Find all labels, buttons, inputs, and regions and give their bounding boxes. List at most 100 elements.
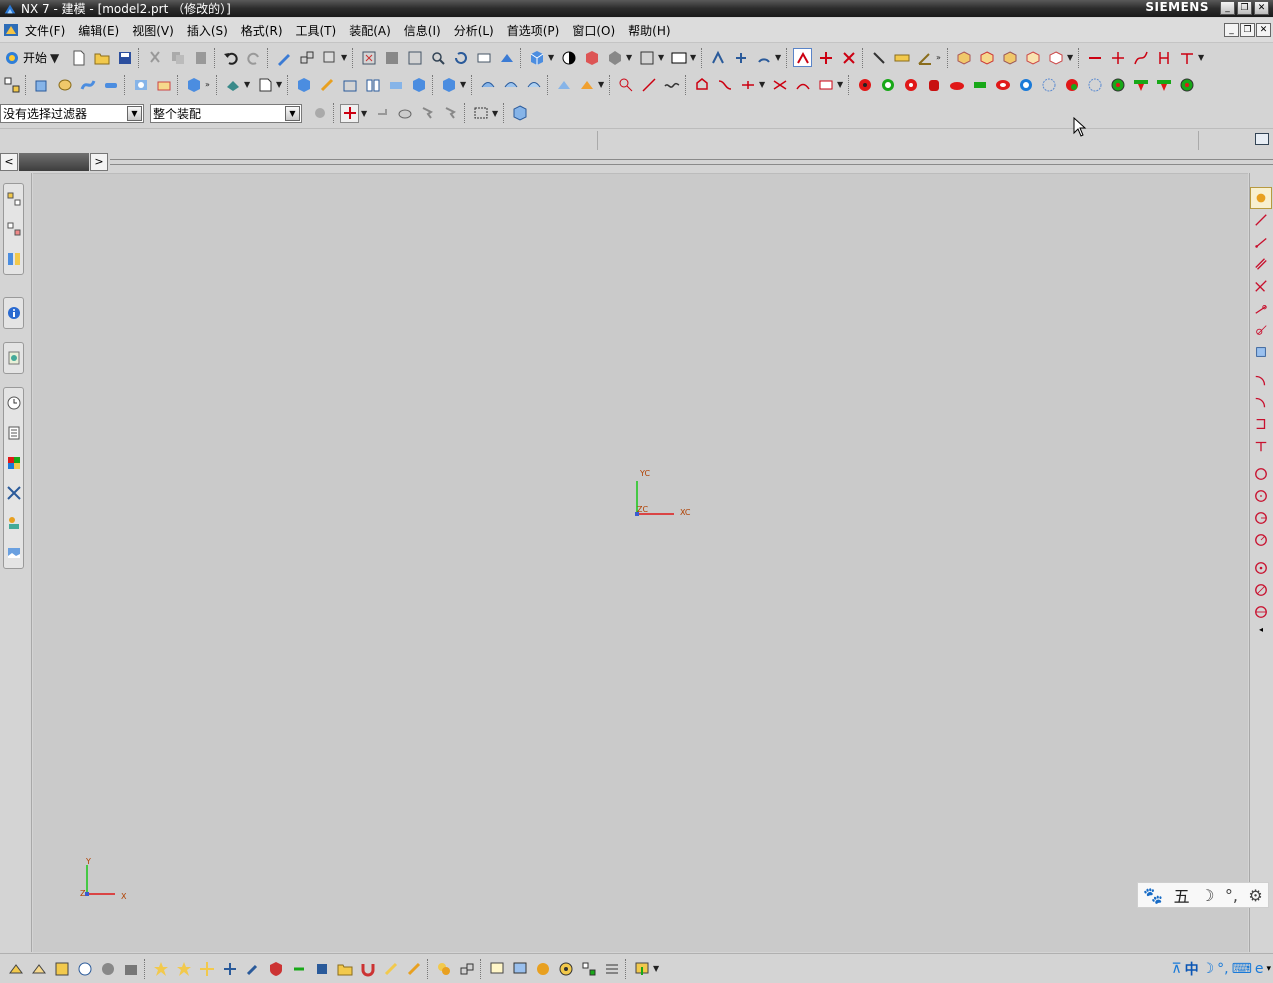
parallel-line-icon[interactable] — [1250, 253, 1272, 275]
circle-point-icon[interactable] — [1250, 485, 1272, 507]
add-component-icon[interactable] — [977, 48, 996, 67]
pin-icon[interactable] — [381, 959, 400, 978]
cylinder-icon[interactable] — [75, 959, 94, 978]
star-feature-icon[interactable] — [151, 959, 170, 978]
zoom-icon[interactable] — [405, 48, 424, 67]
part-navigator-icon[interactable] — [2, 75, 21, 94]
save-icon[interactable] — [115, 48, 134, 67]
section-curve-icon[interactable] — [816, 75, 835, 94]
offset-face-icon[interactable] — [386, 75, 405, 94]
magnet-icon[interactable] — [358, 959, 377, 978]
chevron-down-icon[interactable]: ▼ — [341, 53, 348, 62]
chevron-down-icon[interactable]: ▼ — [492, 109, 499, 118]
red-green-gear-icon[interactable] — [1062, 75, 1081, 94]
extrude-icon[interactable] — [32, 75, 51, 94]
menu-window[interactable]: 窗口(O) — [572, 22, 615, 39]
view-orient-icon[interactable] — [637, 48, 656, 67]
stack-icon[interactable] — [121, 959, 140, 978]
wave-curve-icon[interactable] — [662, 75, 681, 94]
tray-more-icon[interactable]: ▾ — [1266, 964, 1271, 974]
circle-three-point-icon[interactable] — [1250, 601, 1272, 623]
selection-filter-dropdown[interactable]: 没有选择过滤器 ▼ — [0, 103, 144, 123]
arc-cross-icon[interactable] — [1250, 435, 1272, 457]
snap-point-menu-icon[interactable] — [340, 103, 359, 123]
hole-icon[interactable] — [131, 75, 150, 94]
sketch-constraint-icon[interactable] — [816, 48, 835, 67]
pattern-feature-icon[interactable] — [439, 75, 458, 94]
menu-tools[interactable]: 工具(T) — [296, 22, 337, 39]
intersect-curve-icon[interactable] — [770, 75, 789, 94]
perpendicular-line-icon[interactable] — [1250, 275, 1272, 297]
history-clock-icon[interactable] — [4, 388, 23, 418]
menu-preferences[interactable]: 首选项(P) — [507, 22, 560, 39]
doc-restore-button[interactable]: ❐ — [1240, 23, 1255, 37]
rotate-icon[interactable] — [451, 48, 470, 67]
pan-icon[interactable] — [474, 48, 493, 67]
snap-icon[interactable] — [708, 48, 727, 67]
move-icon[interactable] — [220, 959, 239, 978]
select-all-icon[interactable] — [510, 104, 529, 123]
chevron-down-icon[interactable]: ▼ — [127, 105, 142, 121]
surface-ruled-icon[interactable] — [524, 75, 543, 94]
green-red-screw-icon[interactable] — [1154, 75, 1173, 94]
gear-part-icon[interactable] — [98, 959, 117, 978]
doc-minimize-button[interactable]: _ — [1224, 23, 1239, 37]
snap-point-icon[interactable] — [731, 48, 750, 67]
arc-icon[interactable] — [1250, 369, 1272, 391]
gear-icon[interactable]: ⚙ — [1248, 886, 1262, 905]
shaded-cube-icon[interactable] — [527, 48, 546, 67]
ruler-icon[interactable] — [892, 48, 911, 67]
tube-icon[interactable] — [101, 75, 120, 94]
start-button[interactable]: 开始 ▼ — [0, 47, 63, 68]
graphics-window[interactable]: YC XC ZC Y X Z — [33, 173, 1248, 952]
screen-icon[interactable] — [510, 959, 529, 978]
arc-bracket-icon[interactable] — [1250, 413, 1272, 435]
star-pattern-icon[interactable] — [174, 959, 193, 978]
explode-view-icon[interactable] — [1046, 48, 1065, 67]
bridge-curve-icon[interactable] — [715, 75, 734, 94]
constraint-navigator-icon[interactable] — [4, 214, 23, 244]
curve-arc-icon[interactable] — [1085, 48, 1104, 67]
toolbar-overflow-icon[interactable]: » — [205, 80, 212, 89]
edge-blend-icon[interactable] — [294, 75, 313, 94]
menu-information[interactable]: 信息(I) — [404, 22, 441, 39]
chevron-down-icon[interactable]: ▼ — [548, 53, 555, 62]
trim-body-icon[interactable] — [409, 75, 428, 94]
tab-next-button[interactable]: > — [90, 153, 108, 171]
moon-icon[interactable]: ☽ — [1200, 886, 1214, 905]
note-icon[interactable] — [487, 959, 506, 978]
edit-curve-icon[interactable] — [616, 75, 635, 94]
green-red-fastener-icon[interactable] — [1131, 75, 1150, 94]
green-hub-icon[interactable] — [1177, 75, 1196, 94]
chevron-down-icon[interactable]: ▼ — [690, 53, 697, 62]
select-body-icon[interactable] — [441, 104, 460, 123]
new-file-icon[interactable] — [69, 48, 88, 67]
menu-edit[interactable]: 编辑(E) — [78, 22, 119, 39]
chevron-down-icon[interactable]: ▼ — [276, 80, 283, 89]
quick-pick-icon[interactable] — [395, 104, 414, 123]
chevron-down-icon[interactable]: ▼ — [653, 964, 660, 973]
return-icon[interactable] — [372, 104, 391, 123]
sparkle-icon[interactable] — [197, 959, 216, 978]
mesh-icon[interactable] — [6, 959, 25, 978]
visualization-palette-icon[interactable] — [4, 448, 23, 478]
line-component-icon[interactable] — [1250, 341, 1272, 363]
export-icon[interactable] — [632, 959, 651, 978]
toolbar-more-icon[interactable]: ◂ — [1250, 623, 1272, 635]
assembly-component-icon[interactable] — [954, 48, 973, 67]
isoparametric-curve-icon[interactable] — [793, 75, 812, 94]
system-scenes-icon[interactable] — [4, 538, 23, 568]
link-icon[interactable] — [289, 959, 308, 978]
copy-icon[interactable] — [168, 48, 187, 67]
menu-analysis[interactable]: 分析(L) — [454, 22, 494, 39]
rectangle-select-icon[interactable] — [471, 104, 490, 123]
circle-radius-icon[interactable] — [1250, 507, 1272, 529]
chevron-down-icon[interactable]: ▼ — [460, 80, 467, 89]
green-ring-icon[interactable] — [878, 75, 897, 94]
handle-icon[interactable] — [404, 959, 423, 978]
globe-icon[interactable] — [533, 959, 552, 978]
coins-icon[interactable] — [434, 959, 453, 978]
magnifier-icon[interactable] — [428, 48, 447, 67]
network-icon[interactable] — [579, 959, 598, 978]
doc-close-button[interactable]: ✕ — [1256, 23, 1271, 37]
